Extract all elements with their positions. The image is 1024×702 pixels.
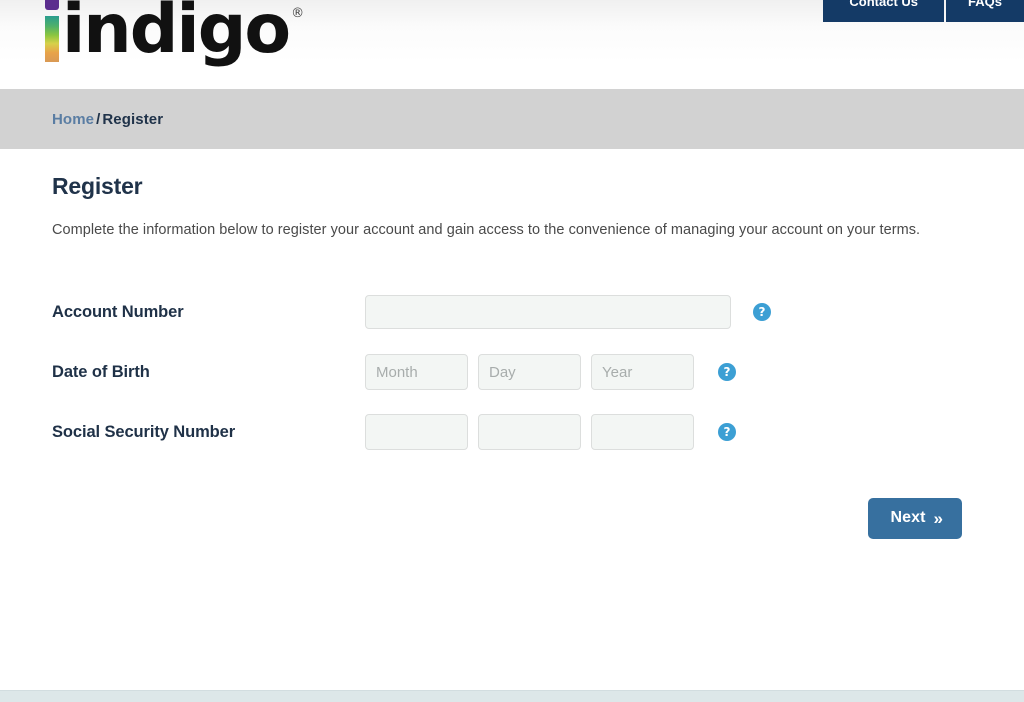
- next-button[interactable]: Next »: [868, 498, 962, 539]
- breadcrumb-separator: /: [96, 110, 101, 128]
- main-content: Register Complete the information below …: [0, 149, 1024, 662]
- date-of-birth-label: Date of Birth: [52, 362, 150, 381]
- ssn-part2-input[interactable]: [478, 414, 581, 450]
- logo-i-dot: [45, 0, 59, 10]
- next-button-label: Next: [890, 509, 926, 526]
- dob-day-input[interactable]: [478, 354, 581, 390]
- form-actions: Next »: [52, 498, 1024, 539]
- page-description: Complete the information below to regist…: [52, 222, 921, 238]
- site-header: indigo ® Contact Us FAQs: [0, 0, 1024, 89]
- indigo-logo[interactable]: indigo ®: [44, 0, 304, 72]
- account-number-label: Account Number: [52, 302, 184, 321]
- double-chevron-right-icon: »: [933, 508, 944, 528]
- nav-faqs-button[interactable]: FAQs: [946, 0, 1024, 22]
- dob-year-input[interactable]: [591, 354, 694, 390]
- breadcrumb-home-link[interactable]: Home: [52, 111, 94, 128]
- date-of-birth-help-icon[interactable]: ?: [718, 363, 736, 381]
- form-row-account-number: Account Number ?: [52, 282, 1024, 342]
- top-navigation: Contact Us FAQs: [823, 0, 1024, 22]
- nav-contact-us-button[interactable]: Contact Us: [823, 0, 945, 22]
- account-number-input[interactable]: [365, 295, 731, 329]
- social-security-number-field-group: ?: [365, 414, 736, 450]
- logo-wordmark: indigo: [62, 0, 291, 69]
- register-form: Account Number ? Date of Birth ? Social …: [52, 282, 1024, 539]
- social-security-number-help-icon[interactable]: ?: [718, 423, 736, 441]
- logo-i-gradient-stem: [45, 16, 59, 62]
- registered-trademark-icon: ®: [291, 6, 305, 21]
- logo-i-mark: [44, 0, 60, 62]
- social-security-number-label: Social Security Number: [52, 422, 236, 441]
- form-row-date-of-birth: Date of Birth ?: [52, 342, 1024, 402]
- page-title: Register: [52, 173, 143, 199]
- form-row-social-security-number: Social Security Number ?: [52, 402, 1024, 462]
- footer-strip: [0, 690, 1024, 702]
- breadcrumb-bar: Home / Register: [0, 89, 1024, 149]
- dob-month-input[interactable]: [365, 354, 468, 390]
- breadcrumb-current-page: Register: [102, 110, 164, 128]
- date-of-birth-field-group: ?: [365, 354, 736, 390]
- breadcrumb: Home / Register: [52, 111, 163, 128]
- ssn-part3-input[interactable]: [591, 414, 694, 450]
- ssn-part1-input[interactable]: [365, 414, 468, 450]
- account-number-help-icon[interactable]: ?: [753, 303, 771, 321]
- account-number-field-group: ?: [365, 295, 771, 329]
